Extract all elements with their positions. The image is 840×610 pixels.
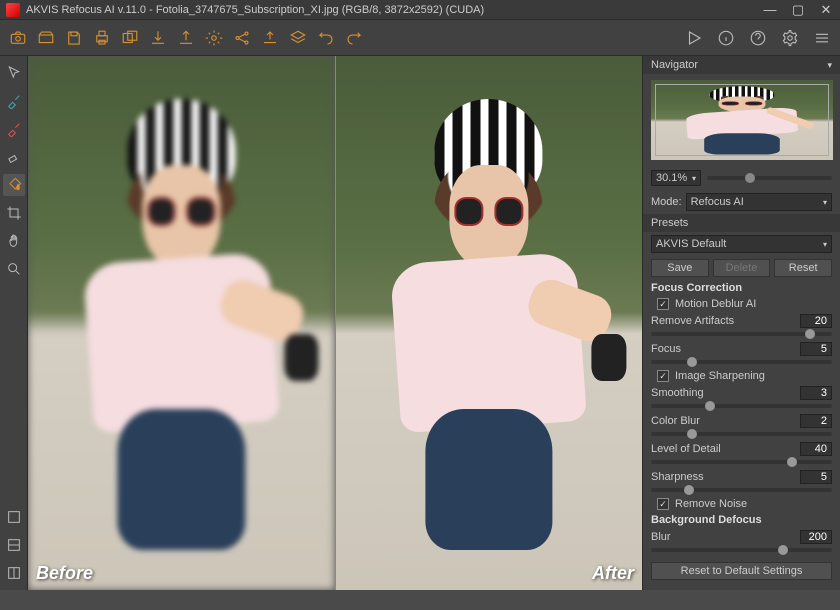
save-button[interactable]: Save <box>651 259 709 277</box>
camera-icon[interactable] <box>6 26 30 50</box>
navigator-thumbnail[interactable] <box>651 80 833 160</box>
blur-label: Blur <box>651 531 671 543</box>
motion-deblur-label: Motion Deblur AI <box>675 298 756 310</box>
share-icon[interactable] <box>230 26 254 50</box>
hand-tool[interactable] <box>3 230 25 252</box>
view-single-icon[interactable] <box>3 506 25 528</box>
presets-header[interactable]: Presets <box>643 214 840 232</box>
smoothing-slider[interactable] <box>651 404 832 408</box>
print-icon[interactable] <box>90 26 114 50</box>
presets-dropdown[interactable]: AKVIS Default▾ <box>651 235 832 253</box>
toolbar <box>0 20 840 56</box>
before-view: Before <box>28 56 335 590</box>
help-icon[interactable] <box>746 26 770 50</box>
color-blur-value[interactable]: 2 <box>800 414 832 428</box>
smoothing-value[interactable]: 3 <box>800 386 832 400</box>
brush-blue-tool[interactable] <box>3 90 25 112</box>
open-icon[interactable] <box>34 26 58 50</box>
titlebar: AKVIS Refocus AI v.11.0 - Fotolia_374767… <box>0 0 840 20</box>
blur-slider[interactable] <box>651 548 832 552</box>
info-icon[interactable] <box>714 26 738 50</box>
focus-label: Focus <box>651 343 681 355</box>
canvas[interactable]: Before After <box>28 56 642 590</box>
color-blur-slider[interactable] <box>651 432 832 436</box>
sharpness-label: Sharpness <box>651 471 704 483</box>
left-toolbar <box>0 56 28 500</box>
eraser-tool[interactable] <box>3 146 25 168</box>
sharpen-checkbox[interactable]: ✓ <box>657 370 669 382</box>
remove-noise-label: Remove Noise <box>675 498 747 510</box>
pointer-tool[interactable] <box>3 62 25 84</box>
blur-value[interactable]: 200 <box>800 530 832 544</box>
before-label: Before <box>36 563 93 584</box>
detail-value[interactable]: 40 <box>800 442 832 456</box>
detail-label: Level of Detail <box>651 443 721 455</box>
reset-button[interactable]: Reset <box>774 259 832 277</box>
view-split-v-icon[interactable] <box>3 562 25 584</box>
app-icon <box>6 3 20 17</box>
remove-artifacts-value[interactable]: 20 <box>800 314 832 328</box>
crop-tool[interactable] <box>3 202 25 224</box>
detail-slider[interactable] <box>651 460 832 464</box>
bg-defocus-header: Background Defocus <box>643 512 840 528</box>
bucket-tool[interactable] <box>3 174 25 196</box>
zoom-tool[interactable] <box>3 258 25 280</box>
maximize-button[interactable]: ▢ <box>790 3 806 17</box>
delete-button[interactable]: Delete <box>713 259 771 277</box>
left-toolbar-bottom <box>0 500 28 590</box>
mode-label: Mode: <box>651 196 682 208</box>
menu-icon[interactable] <box>810 26 834 50</box>
focus-slider[interactable] <box>651 360 832 364</box>
view-split-h-icon[interactable] <box>3 534 25 556</box>
batch-icon[interactable] <box>118 26 142 50</box>
minimize-button[interactable]: — <box>762 3 778 17</box>
save-icon[interactable] <box>62 26 86 50</box>
remove-artifacts-slider[interactable] <box>651 332 832 336</box>
brush-red-tool[interactable] <box>3 118 25 140</box>
remove-noise-checkbox[interactable]: ✓ <box>657 498 669 510</box>
focus-value[interactable]: 5 <box>800 342 832 356</box>
remove-artifacts-label: Remove Artifacts <box>651 315 734 327</box>
mode-dropdown[interactable]: Refocus AI▾ <box>686 193 832 211</box>
motion-deblur-checkbox[interactable]: ✓ <box>657 298 669 310</box>
sharpness-slider[interactable] <box>651 488 832 492</box>
export-icon[interactable] <box>146 26 170 50</box>
publish-icon[interactable] <box>258 26 282 50</box>
close-button[interactable]: ✕ <box>818 3 834 17</box>
sharpness-value[interactable]: 5 <box>800 470 832 484</box>
settings-icon[interactable] <box>778 26 802 50</box>
gear-icon[interactable] <box>202 26 226 50</box>
sharpen-label: Image Sharpening <box>675 370 765 382</box>
import-icon[interactable] <box>174 26 198 50</box>
zoom-slider[interactable] <box>707 176 832 180</box>
zoom-dropdown[interactable]: 30.1%▾ <box>651 170 701 186</box>
after-view: After <box>335 56 643 590</box>
undo-icon[interactable] <box>314 26 338 50</box>
redo-icon[interactable] <box>342 26 366 50</box>
after-label: After <box>592 563 634 584</box>
color-blur-label: Color Blur <box>651 415 700 427</box>
reset-defaults-button[interactable]: Reset to Default Settings <box>651 562 832 580</box>
layers-icon[interactable] <box>286 26 310 50</box>
navigator-header[interactable]: Navigator▾ <box>643 56 840 74</box>
run-icon[interactable] <box>682 26 706 50</box>
right-panel: Navigator▾ 30.1%▾ Mode: Refocus AI▾ Pres… <box>642 56 840 590</box>
window-title: AKVIS Refocus AI v.11.0 - Fotolia_374767… <box>26 4 762 16</box>
smoothing-label: Smoothing <box>651 387 704 399</box>
focus-correction-header: Focus Correction <box>643 280 840 296</box>
